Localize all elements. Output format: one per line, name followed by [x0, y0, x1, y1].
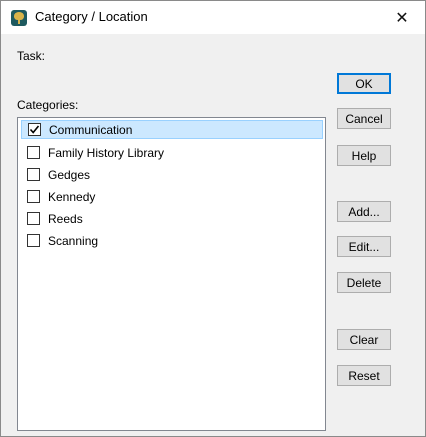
checkbox[interactable] — [28, 123, 41, 136]
checkbox[interactable] — [27, 146, 40, 159]
clear-button[interactable]: Clear — [337, 329, 391, 350]
list-item[interactable]: Kennedy — [21, 187, 323, 206]
checkbox[interactable] — [27, 190, 40, 203]
list-item-label: Scanning — [48, 233, 99, 248]
delete-button[interactable]: Delete — [337, 272, 391, 293]
list-item[interactable]: Family History Library — [21, 143, 323, 162]
close-icon: ✕ — [395, 9, 409, 27]
window-title: Category / Location — [35, 9, 148, 24]
task-label: Task: — [17, 49, 46, 63]
list-item-label: Communication — [49, 122, 133, 137]
edit-button[interactable]: Edit... — [337, 236, 391, 257]
list-item-label: Reeds — [48, 211, 83, 226]
list-item[interactable]: Reeds — [21, 209, 323, 228]
title-bar: Category / Location ✕ — [1, 1, 425, 34]
cancel-button[interactable]: Cancel — [337, 108, 391, 129]
family-tree-app-icon — [11, 10, 27, 26]
list-item-label: Kennedy — [48, 189, 96, 204]
add-button[interactable]: Add... — [337, 201, 391, 222]
close-button[interactable]: ✕ — [379, 1, 425, 34]
list-item-label: Family History Library — [48, 145, 165, 160]
categories-label: Categories: — [17, 98, 79, 112]
reset-button[interactable]: Reset — [337, 365, 391, 386]
list-item[interactable]: Communication — [21, 120, 323, 139]
help-button[interactable]: Help — [337, 145, 391, 166]
list-item[interactable]: Gedges — [21, 165, 323, 184]
checkbox[interactable] — [27, 212, 40, 225]
list-item[interactable]: Scanning — [21, 231, 323, 250]
list-item-label: Gedges — [48, 167, 91, 182]
checkbox[interactable] — [27, 234, 40, 247]
categories-list[interactable]: Communication Family History Library Ged… — [17, 117, 326, 431]
category-location-dialog: Category / Location ✕ Task: Categories: … — [0, 0, 426, 437]
ok-button[interactable]: OK — [337, 73, 391, 94]
checkbox[interactable] — [27, 168, 40, 181]
